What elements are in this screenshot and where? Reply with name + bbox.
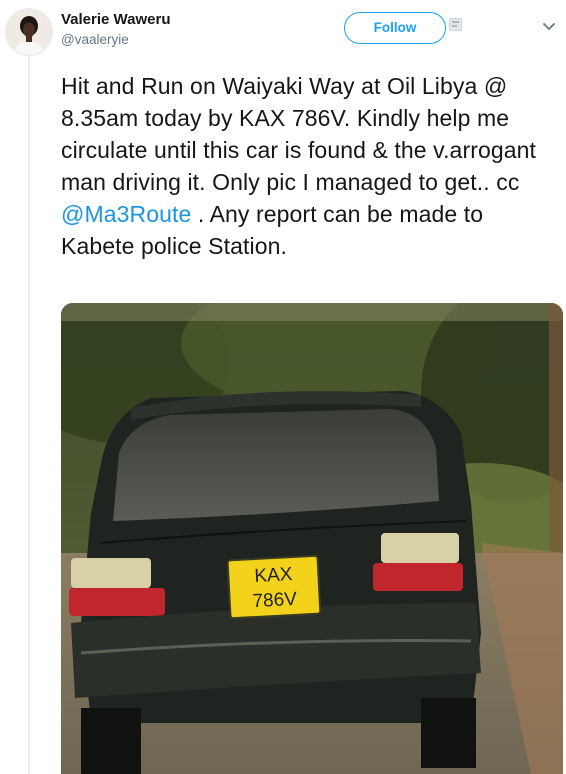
avatar-portrait — [6, 9, 52, 55]
avatar[interactable] — [5, 8, 53, 56]
license-plate: KAX 786V — [226, 554, 322, 620]
author-display-name[interactable]: Valerie Waweru — [61, 11, 171, 28]
plate-line2: 786V — [252, 589, 298, 612]
plate-line1: KAX — [254, 564, 293, 587]
tweet-text: Hit and Run on Waiyaki Way at Oil Libya … — [61, 70, 556, 262]
thread-line — [28, 52, 30, 774]
author-handle[interactable]: @vaaleryie — [61, 32, 129, 47]
car-photo: KAX 786V — [61, 303, 563, 774]
tweet-photo[interactable]: KAX 786V — [61, 303, 563, 774]
small-badge-icon — [449, 18, 462, 31]
mention-link[interactable]: @Ma3Route — [61, 201, 191, 227]
chevron-down-icon[interactable] — [542, 22, 556, 32]
follow-button[interactable]: Follow — [344, 12, 446, 44]
tweet-text-part: Hit and Run on Waiyaki Way at Oil Libya … — [61, 73, 537, 195]
